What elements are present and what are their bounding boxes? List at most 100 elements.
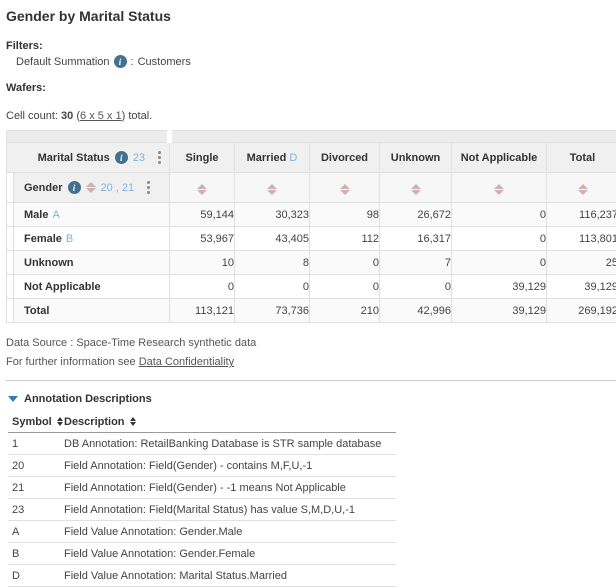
cell-count-value: 30 bbox=[61, 110, 73, 122]
column-label: Unknown bbox=[391, 152, 441, 164]
column-sort-icon[interactable] bbox=[494, 184, 504, 195]
column-sort-cell bbox=[452, 173, 547, 203]
column-header-row: Marital Status i 23 Single Married D Div… bbox=[7, 143, 616, 173]
annotation-symbol: B bbox=[8, 548, 64, 560]
row-label: Total bbox=[24, 305, 49, 317]
value-cell: 59,144 bbox=[170, 203, 235, 227]
column-header-cell[interactable]: Married D bbox=[235, 143, 310, 173]
annotation-description: Field Value Annotation: Gender.Male bbox=[64, 526, 396, 538]
column-label: Divorced bbox=[321, 152, 368, 164]
annotation-description: DB Annotation: RetailBanking Database is… bbox=[64, 438, 396, 450]
column-sort-cell bbox=[235, 173, 310, 203]
crosstab-table: Marital Status i 23 Single Married D Div… bbox=[6, 130, 616, 323]
value-cell: 7 bbox=[380, 251, 452, 275]
value-cell: 113,121 bbox=[170, 299, 235, 323]
column-header-cell[interactable]: Divorced bbox=[310, 143, 380, 173]
annotation-row: 1 DB Annotation: RetailBanking Database … bbox=[8, 433, 396, 455]
filter-colon: : bbox=[131, 56, 134, 68]
column-sort-icon[interactable] bbox=[411, 184, 421, 195]
cell-count-link[interactable]: 6 x 5 x 1 bbox=[80, 110, 122, 122]
column-sort-cell bbox=[310, 173, 380, 203]
value-cell: 43,405 bbox=[235, 227, 310, 251]
annotation-table: Symbol Description 1 DB Annotation: Reta… bbox=[8, 415, 396, 587]
value-cell: 8 bbox=[235, 251, 310, 275]
symbol-sort-icon[interactable] bbox=[57, 417, 63, 426]
annotation-symbol: 21 bbox=[8, 482, 64, 494]
wafers-label: Wafers: bbox=[6, 82, 612, 94]
cell-count-label: Cell count: bbox=[6, 110, 58, 122]
filter-value: Customers bbox=[138, 56, 191, 68]
info-icon[interactable]: i bbox=[68, 181, 81, 194]
row-field-name: Gender bbox=[24, 182, 63, 194]
value-cell: 269,192 bbox=[547, 299, 616, 323]
column-sort-icon[interactable] bbox=[578, 184, 588, 195]
value-cell: 0 bbox=[310, 251, 380, 275]
field-menu-icon[interactable] bbox=[145, 179, 152, 196]
annotation-row: B Field Value Annotation: Gender.Female bbox=[8, 543, 396, 565]
row-field-sort-icon[interactable] bbox=[86, 182, 96, 193]
symbol-column-header[interactable]: Symbol bbox=[8, 416, 64, 428]
table-top-strip bbox=[7, 131, 616, 143]
value-cell: 113,801 bbox=[547, 227, 616, 251]
row-header-gutter bbox=[7, 203, 14, 226]
strip-row-header bbox=[7, 131, 170, 143]
annotation-symbol: 23 bbox=[8, 504, 64, 516]
table-row: Male A 59,14430,3239826,6720116,237 bbox=[7, 203, 616, 227]
annotation-row: D Field Value Annotation: Marital Status… bbox=[8, 565, 396, 587]
more-info-prefix: For further information see bbox=[6, 356, 136, 368]
table-row: Unknown 10807025 bbox=[7, 251, 616, 275]
column-header-cell[interactable]: Total bbox=[547, 143, 616, 173]
annotation-description: Field Annotation: Field(Gender) - contai… bbox=[64, 460, 396, 472]
value-cell: 0 bbox=[380, 275, 452, 299]
column-sort-icon[interactable] bbox=[340, 184, 350, 195]
annotation-symbol: A bbox=[8, 526, 64, 538]
description-column-header[interactable]: Description bbox=[64, 416, 136, 428]
value-cell: 39,129 bbox=[452, 275, 547, 299]
cell-count-suffix: total. bbox=[128, 110, 152, 122]
cell-count-line: Cell count: 30 (6 x 5 x 1) total. bbox=[6, 110, 612, 122]
info-icon[interactable]: i bbox=[115, 151, 128, 164]
value-cell: 25 bbox=[547, 251, 616, 275]
annotation-row: 21 Field Annotation: Field(Gender) - -1 … bbox=[8, 477, 396, 499]
column-field-name: Marital Status bbox=[38, 152, 110, 164]
value-cell: 0 bbox=[452, 251, 547, 275]
value-cell: 42,996 bbox=[380, 299, 452, 323]
column-header-cell[interactable]: Single bbox=[170, 143, 235, 173]
value-cell: 53,967 bbox=[170, 227, 235, 251]
row-label-cell: Total bbox=[7, 299, 170, 323]
sort-row: Gender i 20 , 21 bbox=[7, 173, 616, 203]
annotation-descriptions-toggle[interactable]: Annotation Descriptions bbox=[8, 393, 612, 405]
value-cell: 0 bbox=[452, 203, 547, 227]
description-header-label: Description bbox=[64, 416, 125, 428]
row-header-gutter bbox=[7, 251, 14, 274]
annotation-symbol: 20 bbox=[8, 460, 64, 472]
column-label: Total bbox=[570, 152, 595, 164]
column-sort-cell bbox=[170, 173, 235, 203]
field-menu-icon[interactable] bbox=[156, 149, 163, 166]
value-cell: 16,317 bbox=[380, 227, 452, 251]
column-sort-icon[interactable] bbox=[267, 184, 277, 195]
row-label: Female bbox=[24, 233, 62, 245]
column-sort-cell bbox=[547, 173, 616, 203]
collapse-triangle-icon bbox=[8, 396, 18, 402]
row-label-cell: Not Applicable bbox=[7, 275, 170, 299]
column-header-cell[interactable]: Not Applicable bbox=[452, 143, 547, 173]
column-field-cell: Marital Status i 23 bbox=[7, 143, 170, 173]
column-label: Married bbox=[247, 152, 287, 164]
column-label: Single bbox=[185, 152, 218, 164]
value-cell: 98 bbox=[310, 203, 380, 227]
value-cell: 30,323 bbox=[235, 203, 310, 227]
column-header-cell[interactable]: Unknown bbox=[380, 143, 452, 173]
data-confidentiality-link[interactable]: Data Confidentiality bbox=[139, 356, 234, 368]
row-label: Male bbox=[24, 209, 48, 221]
info-icon[interactable]: i bbox=[114, 55, 127, 68]
description-sort-icon[interactable] bbox=[130, 417, 136, 426]
value-cell: 0 bbox=[310, 275, 380, 299]
value-cell: 26,672 bbox=[380, 203, 452, 227]
column-field-annotations: 23 bbox=[133, 152, 145, 164]
value-cell: 0 bbox=[235, 275, 310, 299]
value-cell: 210 bbox=[310, 299, 380, 323]
annotation-descriptions-title: Annotation Descriptions bbox=[24, 393, 152, 405]
column-sort-icon[interactable] bbox=[197, 184, 207, 195]
row-header-gutter bbox=[7, 299, 14, 322]
